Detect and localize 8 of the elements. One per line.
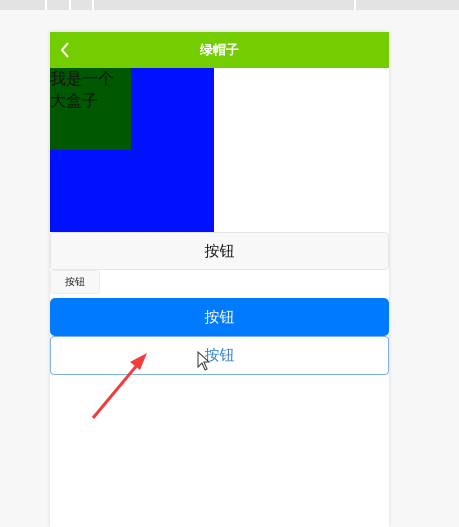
arrow-annotation: [92, 353, 147, 419]
button[interactable]: 按钮: [50, 298, 389, 336]
button[interactable]: 按钮: [50, 232, 389, 270]
box-text: 我是一个大盒子: [50, 68, 115, 112]
back-icon[interactable]: [60, 42, 70, 58]
button[interactable]: 按钮: [50, 270, 100, 294]
nav-title: 绿帽子: [200, 42, 239, 59]
button[interactable]: 按钮: [50, 336, 389, 375]
